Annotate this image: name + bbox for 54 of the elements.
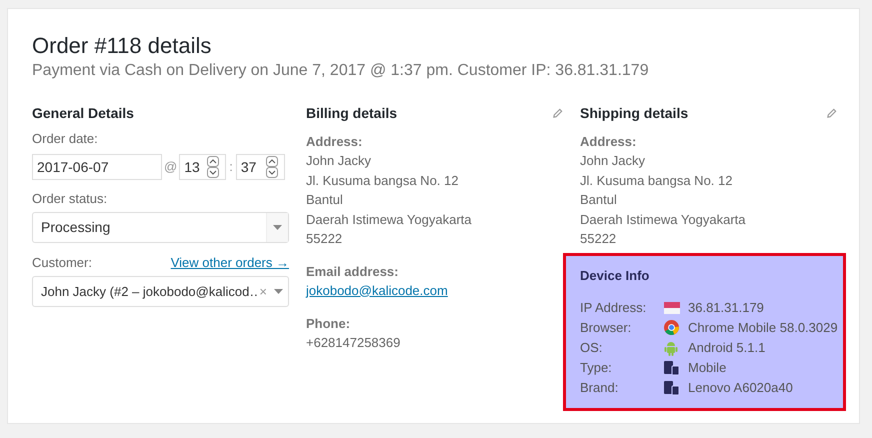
hour-field[interactable]: 13 [179,154,226,180]
device-info-value: Lenovo A6020a40 [688,378,793,397]
email-label: Email address: [306,262,400,280]
field-label: Customer: [32,254,92,272]
device-info-value: Mobile [688,358,726,377]
device-info-heading: Device Info [580,266,650,284]
address-line: Jl. Kusuma bangsa No. 12 [306,172,460,190]
status-select[interactable]: Processing [32,212,289,243]
device-info-value: Chrome Mobile 58.0.3029 [688,318,838,337]
address-line: 55222 [306,230,344,248]
device-info-label: IP Address: [580,298,648,317]
section-heading: General Details [32,104,135,123]
device-info-label: Brand: [580,378,620,397]
field-label: Order status: [32,190,108,208]
at-sign: @ [164,158,178,176]
address-label: Address: [580,133,638,151]
email-link[interactable]: jokobodo@kalicode.com [306,280,448,300]
address-line: Bantul [580,191,618,209]
phone-number: +628147258369 [306,334,402,352]
caret-icon [274,289,282,294]
address-label: Address: [306,133,364,151]
spinner-arrows-icon[interactable] [266,156,278,178]
date-field[interactable]: 2017-06-07 [32,154,162,180]
phone-label: Phone: [306,314,352,332]
devices-icon [664,360,680,374]
device-info-label: Browser: [580,318,632,337]
section-heading: Billing details [306,104,398,123]
field-label: Order date: [32,130,99,148]
address-line: Daerah Istimewa Yogyakarta [580,210,746,229]
robot-icon [664,340,678,356]
address-line: John Jacky [580,152,646,170]
address-line: John Jacky [306,152,372,170]
address-line: 55222 [580,230,618,248]
address-line: Daerah Istimewa Yogyakarta [306,210,472,229]
address-line: Bantul [306,191,344,209]
flag-icon [664,302,680,314]
pencil-icon[interactable] [552,108,563,118]
caret-icon [273,225,282,230]
device-info-label: Type: [580,358,613,377]
order-title: Order #118 details [32,32,212,60]
devices-icon [664,380,680,394]
pencil-icon[interactable] [826,108,837,118]
view-orders-link[interactable]: View other orders → [170,254,289,272]
time-colon: : [229,158,233,176]
order-subtitle: Payment via Cash on Delivery on June 7, 2017 @ 1:37 pm. Customer IP: 36.81.31.179 [32,61,650,81]
browser-logo-icon [664,320,679,335]
minute-field[interactable]: 37 [236,154,285,180]
device-info-label: OS: [580,338,604,357]
spinner-arrows-icon[interactable] [207,156,220,178]
customer-select[interactable]: John Jacky (#2 – jokobodo@kalicod…× [32,276,289,307]
device-info-value: Android 5.1.1 [688,338,766,357]
device-info-value: 36.81.31.179 [688,298,764,317]
section-heading: Shipping details [580,104,688,123]
address-line: Jl. Kusuma bangsa No. 12 [580,172,734,190]
